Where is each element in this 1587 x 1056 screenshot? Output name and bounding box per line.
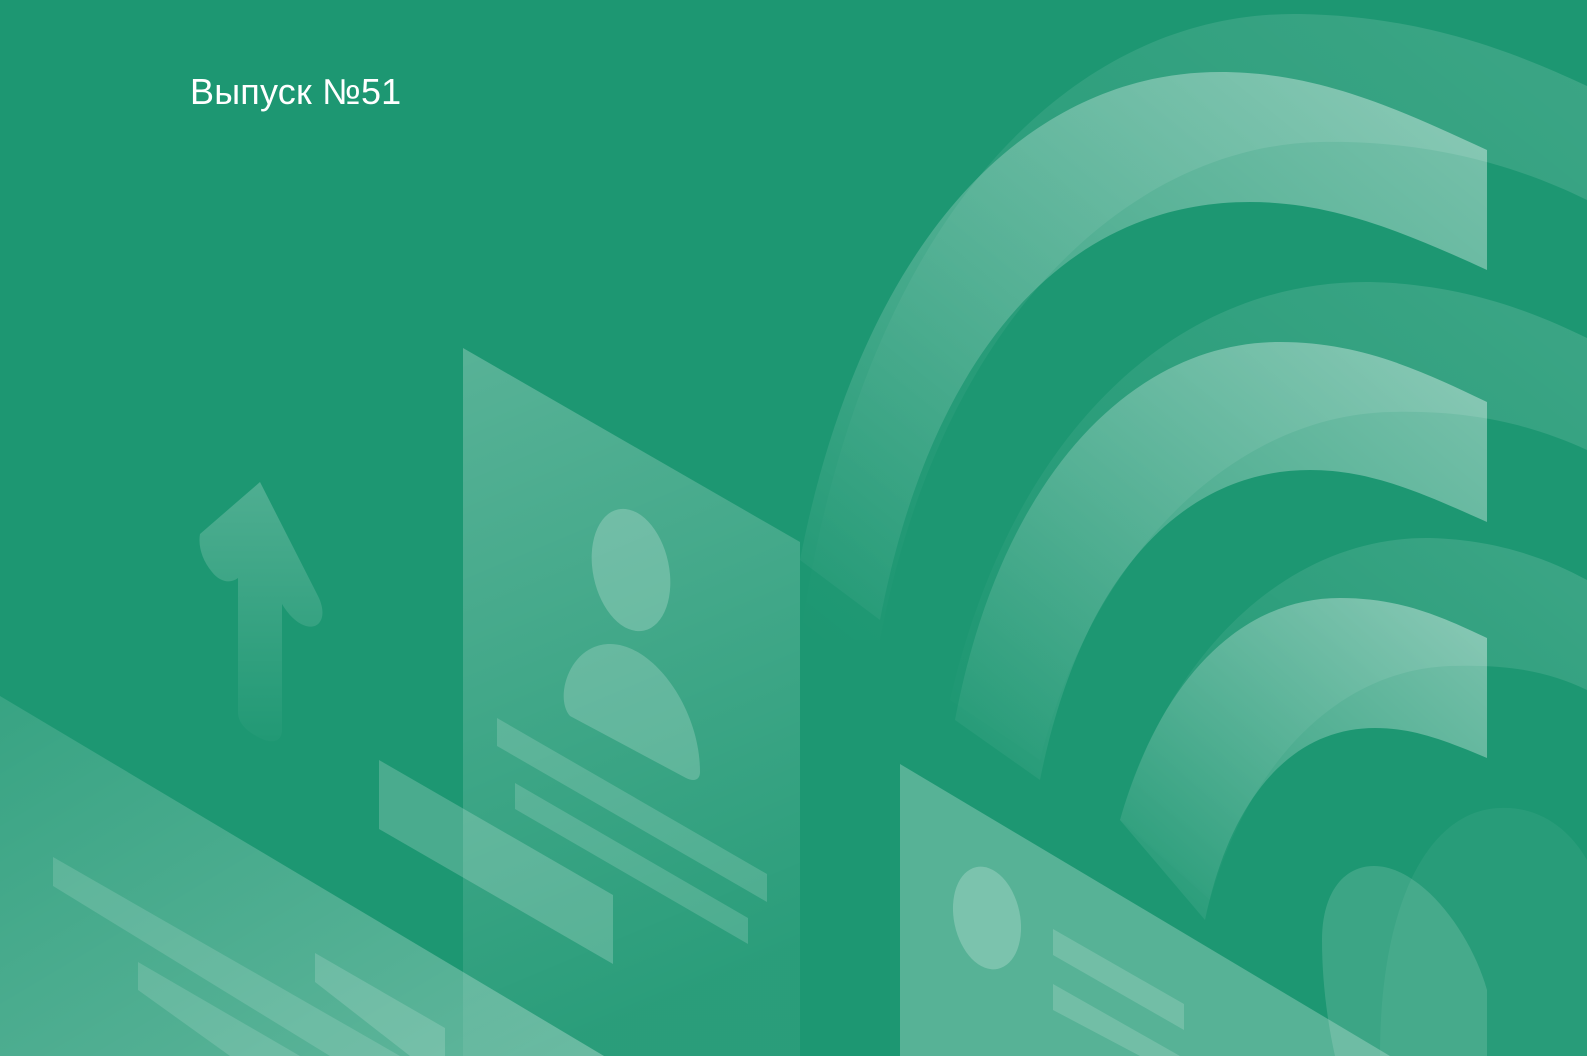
issue-cover: Выпуск №51	[0, 0, 1587, 1056]
cover-illustration	[0, 13, 1587, 1056]
up-arrow-icon	[199, 482, 323, 742]
issue-number-label: Выпуск №51	[190, 71, 402, 112]
profile-card-icon	[463, 348, 800, 1056]
